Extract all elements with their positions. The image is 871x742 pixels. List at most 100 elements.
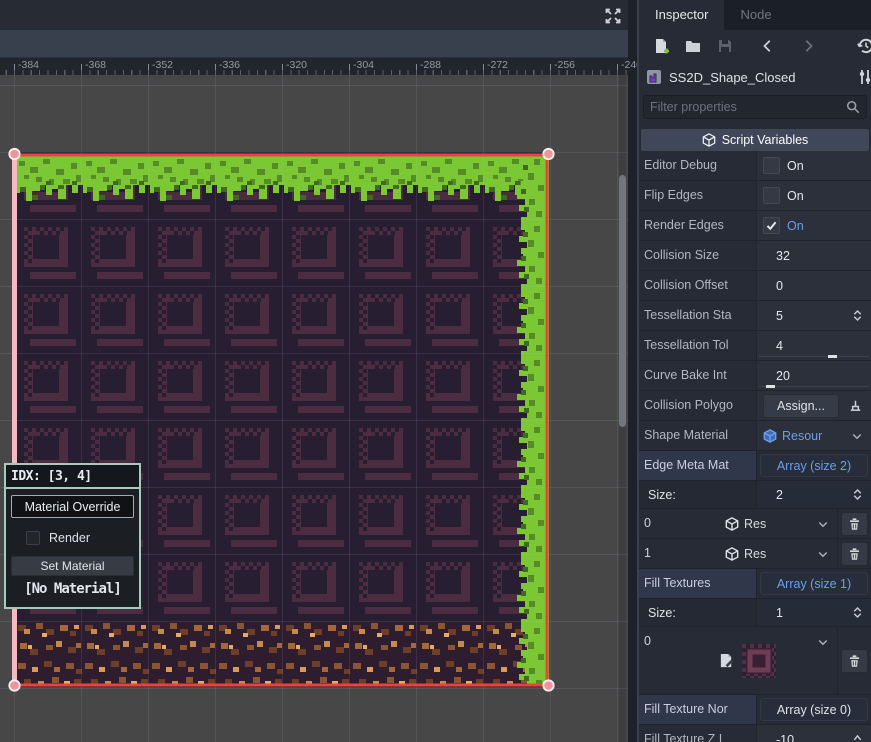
- expand-icon: [604, 7, 622, 25]
- history-forward-icon[interactable]: [801, 38, 815, 54]
- property-render-edges: Render Edges On: [639, 211, 871, 241]
- array-size-row: Size: 2: [639, 481, 871, 509]
- property-fill-textures: Fill Textures Array (size 1): [639, 569, 871, 599]
- property-label: Fill Texture Nor: [639, 695, 756, 724]
- spinner-updown-icon[interactable]: [851, 308, 864, 323]
- array-size-label: Size:: [639, 599, 756, 626]
- canvas-drawing: [0, 75, 628, 742]
- number-field[interactable]: -10: [756, 725, 871, 742]
- inspector-panel: Inspector Node: [637, 0, 871, 742]
- array-size-label: Size:: [639, 481, 756, 508]
- material-override-button[interactable]: Material Override: [11, 495, 134, 518]
- array-expand-button[interactable]: Array (size 1): [760, 572, 868, 595]
- 2d-viewport[interactable]: -384-368-352-336-320-304-288-272-256-240: [0, 0, 628, 742]
- no-material-label: [No Material]: [11, 581, 134, 597]
- handle-bottom-right[interactable]: [543, 680, 553, 690]
- delete-item-button[interactable]: [841, 512, 868, 536]
- check-icon: [765, 219, 778, 232]
- object-history-icon[interactable]: [857, 37, 871, 55]
- brush-icon: [848, 398, 863, 413]
- number-field[interactable]: 5: [756, 301, 871, 330]
- spinner-updown-icon[interactable]: [851, 487, 864, 502]
- set-material-button[interactable]: Set Material: [11, 556, 134, 576]
- array-index-label: 0: [639, 509, 675, 538]
- render-checkbox[interactable]: [26, 531, 40, 545]
- canvas-area[interactable]: [0, 75, 628, 742]
- resource-cube-icon: [725, 517, 739, 531]
- number-field[interactable]: 0: [756, 271, 871, 300]
- delete-item-button[interactable]: [841, 649, 868, 673]
- save-resource-icon[interactable]: [717, 38, 733, 54]
- property-label: Fill Textures: [639, 569, 756, 598]
- spinner-up-icon[interactable]: [851, 733, 864, 742]
- resource-name: SS2D_Shape_Closed: [669, 70, 795, 85]
- tab-inspector[interactable]: Inspector: [639, 0, 724, 30]
- load-resource-icon[interactable]: [685, 38, 701, 54]
- slider-grabber[interactable]: [766, 385, 775, 388]
- handle-bottom-left[interactable]: [9, 680, 19, 690]
- array-item-texture-row: 0: [639, 627, 871, 695]
- number-field[interactable]: 1: [756, 599, 871, 626]
- property-label: Flip Edges: [639, 181, 756, 210]
- texture-dropdown[interactable]: [675, 627, 837, 694]
- new-resource-icon[interactable]: [653, 38, 669, 54]
- number-field[interactable]: 2: [756, 481, 871, 508]
- render-label: Render: [49, 531, 90, 545]
- property-tessellation-tolerance: Tessellation Tol 4: [639, 331, 871, 361]
- horizontal-ruler: -384-368-352-336-320-304-288-272-256-240: [0, 58, 628, 75]
- property-label: Collision Size: [639, 241, 756, 270]
- handle-top-right[interactable]: [543, 149, 553, 159]
- resource-dropdown[interactable]: Resour: [756, 421, 871, 450]
- chevron-down-icon: [817, 548, 829, 560]
- ruler-label: -304: [353, 59, 374, 71]
- resource-dropdown[interactable]: Res: [675, 509, 837, 538]
- property-label: Collision Offset: [639, 271, 756, 300]
- checkbox-unchecked[interactable]: [763, 157, 780, 174]
- property-editor-debug: Editor Debug On: [639, 151, 871, 181]
- viewport-top-bar: [0, 0, 628, 30]
- property-label: Curve Bake Int: [639, 361, 756, 390]
- clear-assignment-button[interactable]: [843, 394, 867, 418]
- number-field[interactable]: 32: [756, 241, 871, 270]
- ruler-label: -384: [18, 59, 39, 71]
- array-expand-button[interactable]: Array (size 0): [760, 698, 868, 721]
- property-label: Editor Debug: [639, 151, 756, 180]
- array-expand-button[interactable]: Array (size 2): [760, 454, 868, 477]
- slider-grabber[interactable]: [828, 355, 837, 358]
- history-back-icon[interactable]: [761, 38, 775, 54]
- ruler-label: -256: [554, 59, 575, 71]
- delete-item-button[interactable]: [841, 542, 868, 566]
- property-flip-edges: Flip Edges On: [639, 181, 871, 211]
- slider-field[interactable]: 4: [756, 331, 871, 360]
- ruler-label: -336: [219, 59, 240, 71]
- property-shape-material: Shape Material Resour: [639, 421, 871, 451]
- resource-cube-icon: [725, 547, 739, 561]
- spinner-updown-icon[interactable]: [851, 605, 864, 620]
- expand-viewport-button[interactable]: [602, 5, 624, 27]
- trash-icon: [848, 547, 861, 561]
- viewport-scrollbar-thumb[interactable]: [619, 175, 626, 427]
- property-collision-size: Collision Size 32: [639, 241, 871, 271]
- chevron-down-icon: [817, 636, 829, 648]
- extra-options-icon[interactable]: [858, 69, 871, 85]
- assign-button[interactable]: Assign...: [763, 394, 839, 418]
- slider-field[interactable]: 20: [756, 361, 871, 390]
- edge-index-label: IDX: [3, 4]: [6, 465, 139, 489]
- resource-dropdown[interactable]: Res: [675, 539, 837, 568]
- section-script-variables[interactable]: Script Variables: [641, 129, 869, 151]
- property-label: Edge Meta Mat: [639, 451, 756, 480]
- checkbox-unchecked[interactable]: [763, 187, 780, 204]
- handle-top-left[interactable]: [9, 149, 19, 159]
- ruler-label: -352: [152, 59, 173, 71]
- tab-node[interactable]: Node: [724, 0, 787, 30]
- trash-icon: [848, 517, 861, 531]
- property-edge-meta-materials: Edge Meta Mat Array (size 2): [639, 451, 871, 481]
- filter-properties-input[interactable]: [650, 100, 846, 114]
- edited-resource-row[interactable]: SS2D_Shape_Closed: [639, 62, 871, 92]
- checkbox-checked[interactable]: [763, 217, 780, 234]
- chevron-down-icon: [851, 430, 863, 442]
- ruler-label: -368: [85, 59, 106, 71]
- resource-cube-icon: [763, 429, 777, 443]
- ruler-label: -320: [286, 59, 307, 71]
- search-icon: [846, 100, 860, 114]
